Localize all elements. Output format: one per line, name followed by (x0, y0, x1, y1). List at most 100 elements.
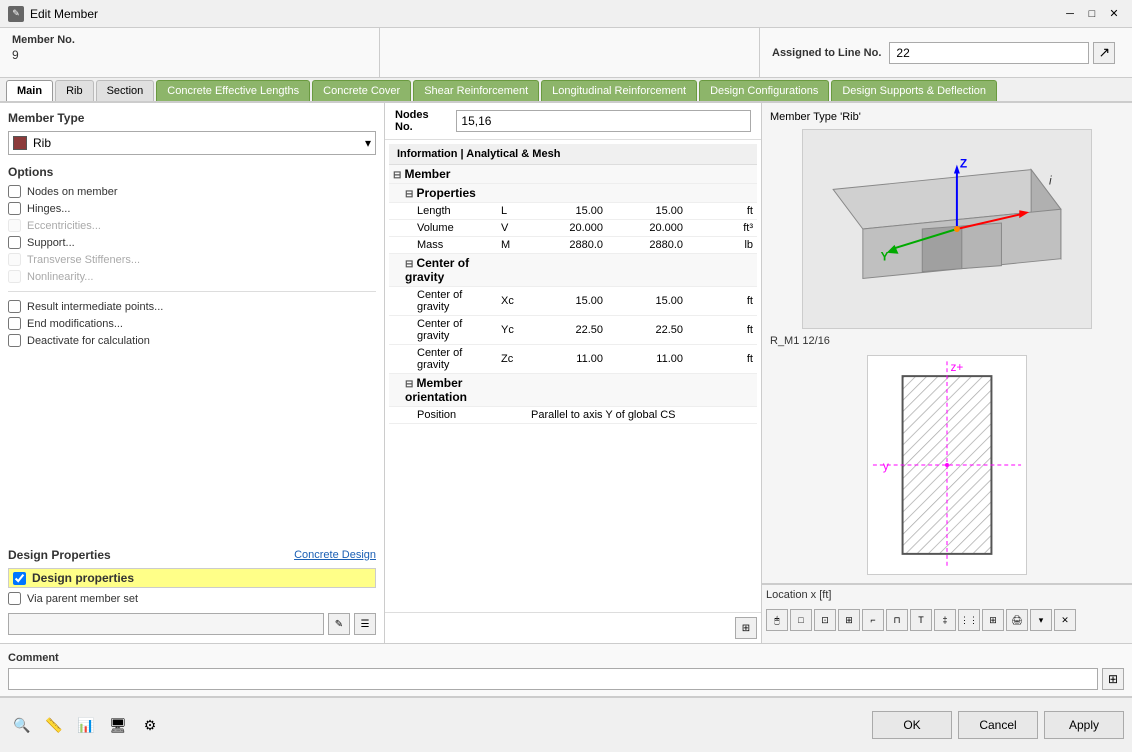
assigned-line-label: Assigned to Line No. (772, 47, 881, 59)
toolbar-btn-2[interactable]: □ (790, 609, 812, 631)
tab-main[interactable]: Main (6, 80, 53, 101)
nonlinearity-label: Nonlinearity... (27, 271, 93, 283)
toolbar-btn-13[interactable]: ✕ (1054, 609, 1076, 631)
toolbar-btn-9[interactable]: ⋮⋮ (958, 609, 980, 631)
toolbar-btn-12[interactable]: ▾ (1030, 609, 1052, 631)
checkbox-deactivate[interactable]: Deactivate for calculation (8, 334, 376, 347)
end-modifications-label: End modifications... (27, 318, 123, 330)
member-type-select[interactable]: Rib ▾ (8, 131, 376, 155)
tab-rib[interactable]: Rib (55, 80, 94, 101)
design-props-edit-button[interactable]: ✎ (328, 613, 350, 635)
assigned-line-button[interactable]: ↗ (1093, 42, 1115, 64)
via-parent-checkbox[interactable] (8, 592, 21, 605)
checkbox-nonlinearity: Nonlinearity... (8, 270, 376, 283)
info-section: Information | Analytical & Mesh ⊟ Member (385, 140, 761, 612)
toolbar-btn-10[interactable]: ⊞ (982, 609, 1004, 631)
member-group-label: Member (404, 167, 450, 181)
info-header: Information | Analytical & Mesh (389, 144, 757, 165)
table-row: Mass M 2880.0 2880.0 lb (389, 237, 757, 254)
tab-concrete-eff[interactable]: Concrete Effective Lengths (156, 80, 310, 101)
tab-design-supports[interactable]: Design Supports & Deflection (831, 80, 997, 101)
minimize-button[interactable]: ─ (1060, 4, 1080, 24)
toolbar-btn-8[interactable]: ‡ (934, 609, 956, 631)
tab-shear-reinf[interactable]: Shear Reinforcement (413, 80, 539, 101)
ok-button[interactable]: OK (872, 711, 952, 739)
toolbar-btn-1[interactable]: 🖱 (766, 609, 788, 631)
support-checkbox[interactable] (8, 236, 21, 249)
3d-model-svg: Z Y i (803, 130, 1091, 328)
bottom-icon-search[interactable]: 🔍 (8, 711, 36, 739)
checkbox-result-intermediate[interactable]: Result intermediate points... (8, 300, 376, 313)
table-row: Position Parallel to axis Y of global CS (389, 407, 757, 424)
comment-button[interactable]: ⊞ (1102, 668, 1124, 690)
length-sym: L (497, 203, 527, 220)
tab-design-config[interactable]: Design Configurations (699, 80, 829, 101)
table-row: Center of gravity Zc 11.00 11.00 ft (389, 345, 757, 374)
checkbox-via-parent[interactable]: Via parent member set (8, 592, 376, 605)
transverse-checkbox (8, 253, 21, 266)
left-panel: Member Type Rib ▾ Options Nodes on membe… (0, 103, 385, 643)
end-modifications-checkbox[interactable] (8, 317, 21, 330)
right-bottom: Location x [ft] 🖱 □ ⊡ ⊞ ⌐ ⊓ T ‡ ⋮⋮ ⊞ 🖨 ▾… (762, 584, 1132, 643)
bottom-icon-display[interactable]: 🖥 (104, 711, 132, 739)
bottom-icon-chart[interactable]: 📊 (72, 711, 100, 739)
bottom-icons: 🔍 📏 📊 🖥 ⚙ (8, 711, 868, 739)
member-group-row: ⊟ Member (389, 165, 757, 184)
tab-section[interactable]: Section (96, 80, 155, 101)
position-value: Parallel to axis Y of global CS (527, 407, 757, 424)
maximize-button[interactable]: □ (1082, 4, 1102, 24)
toolbar-btn-11[interactable]: 🖨 (1006, 609, 1028, 631)
toolbar-btn-4[interactable]: ⊞ (838, 609, 860, 631)
result-intermediate-label: Result intermediate points... (27, 301, 163, 313)
close-button[interactable]: ✕ (1104, 4, 1124, 24)
cog-zc-unit: ft (687, 345, 757, 374)
checkbox-nodes-on-member[interactable]: Nodes on member (8, 185, 376, 198)
hinges-checkbox[interactable] (8, 202, 21, 215)
design-properties-checkbox[interactable] (13, 572, 26, 585)
comment-input[interactable] (8, 668, 1098, 690)
bottom-icon-measure[interactable]: 📏 (40, 711, 68, 739)
deactivate-label: Deactivate for calculation (27, 335, 150, 347)
toolbar-btn-7[interactable]: T (910, 609, 932, 631)
length-unit: ft (687, 203, 757, 220)
bottom-icon-settings[interactable]: ⚙ (136, 711, 164, 739)
assigned-line-input[interactable] (889, 42, 1089, 64)
apply-button[interactable]: Apply (1044, 711, 1124, 739)
mass-val2: 2880.0 (607, 237, 687, 254)
nodes-no-input[interactable] (456, 110, 751, 132)
cancel-button[interactable]: Cancel (958, 711, 1038, 739)
cog-collapse-icon[interactable]: ⊟ (405, 259, 413, 270)
data-table: ⊟ Member ⊟ Properties (389, 165, 757, 424)
member-type-label-right: Member Type 'Rib' (770, 111, 861, 123)
mass-label: Mass (389, 237, 497, 254)
member-collapse-icon[interactable]: ⊟ (393, 170, 401, 181)
cog-yc-val2: 22.50 (607, 316, 687, 345)
checkbox-support[interactable]: Support... (8, 236, 376, 249)
concrete-design-link[interactable]: Concrete Design (294, 549, 376, 561)
result-intermediate-checkbox[interactable] (8, 300, 21, 313)
length-val2: 15.00 (607, 203, 687, 220)
properties-label: Properties (416, 186, 475, 200)
deactivate-checkbox[interactable] (8, 334, 21, 347)
toolbar-btn-6[interactable]: ⊓ (886, 609, 908, 631)
checkbox-design-properties[interactable]: Design properties (8, 568, 376, 588)
table-row: Center of gravity Yc 22.50 22.50 ft (389, 316, 757, 345)
eccentricities-label: Eccentricities... (27, 220, 101, 232)
svg-text:z+: z+ (950, 360, 963, 374)
properties-collapse-icon[interactable]: ⊟ (405, 189, 413, 200)
checkbox-hinges[interactable]: Hinges... (8, 202, 376, 215)
support-label: Support... (27, 237, 75, 249)
middle-panel: Nodes No. Information | Analytical & Mes… (385, 103, 762, 643)
toolbar-btn-3[interactable]: ⊡ (814, 609, 836, 631)
toolbar-btn-5[interactable]: ⌐ (862, 609, 884, 631)
design-props-list-button[interactable]: ☰ (354, 613, 376, 635)
tab-long-reinf[interactable]: Longitudinal Reinforcement (541, 80, 697, 101)
tab-concrete-cover[interactable]: Concrete Cover (312, 80, 411, 101)
checkbox-end-modifications[interactable]: End modifications... (8, 317, 376, 330)
design-props-input[interactable] (8, 613, 324, 635)
grid-view-button[interactable]: ⊞ (735, 617, 757, 639)
member-type-value: Rib (33, 136, 51, 150)
orientation-collapse-icon[interactable]: ⊟ (405, 379, 413, 390)
nodes-on-member-checkbox[interactable] (8, 185, 21, 198)
right-top: Member Type 'Rib' (762, 103, 1132, 584)
